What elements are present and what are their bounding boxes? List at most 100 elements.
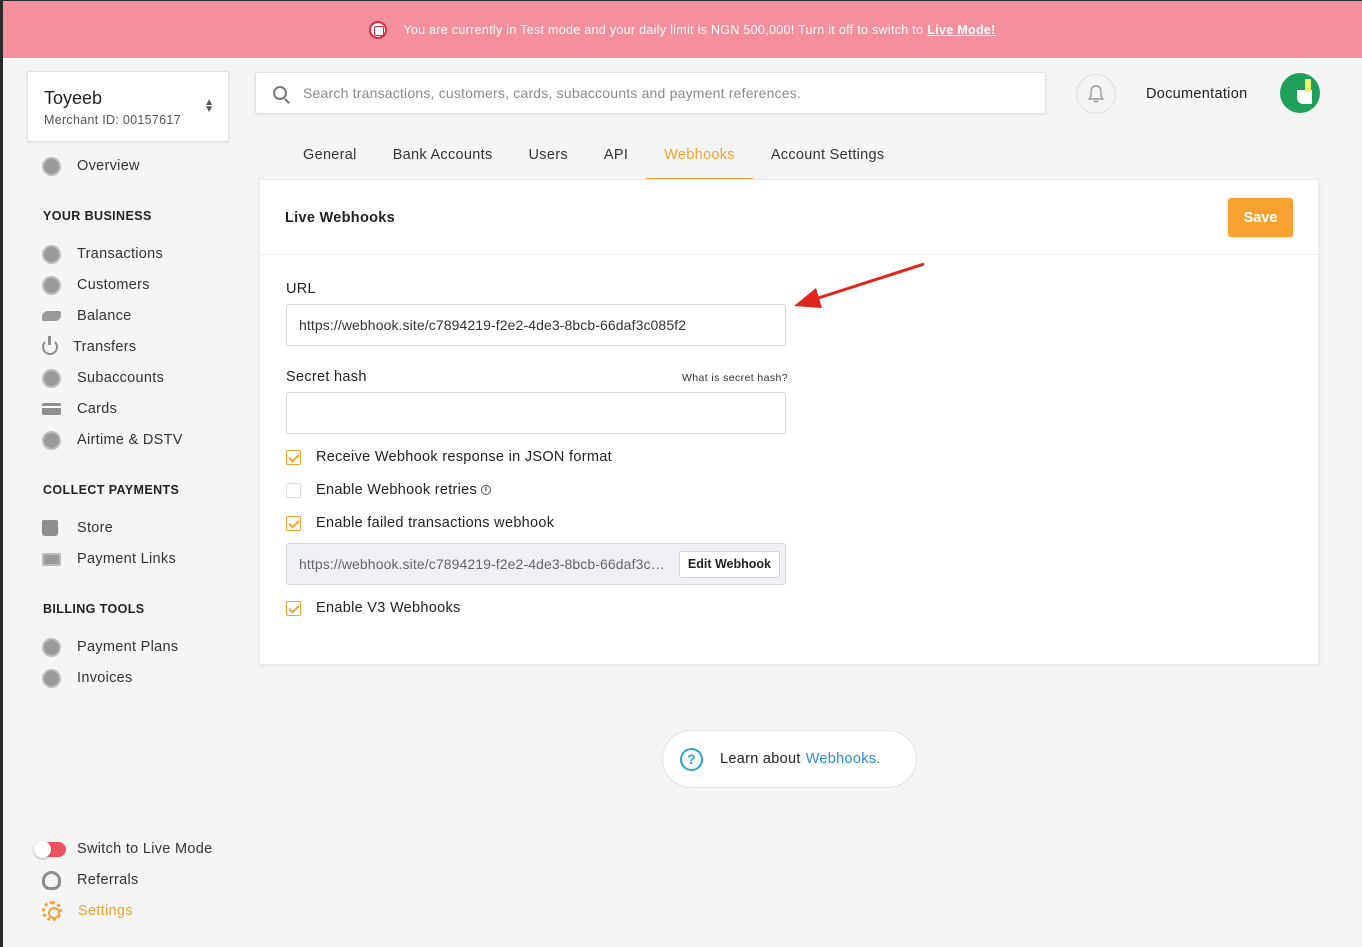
failed-webhook-field: https://webhook.site/c7894219-f2e2-4de3-… (286, 543, 786, 585)
avatar[interactable] (1280, 73, 1320, 113)
sidebar-item-subaccounts[interactable]: Subaccounts (42, 366, 164, 390)
v3-webhooks-checkbox[interactable] (286, 600, 301, 616)
bell-icon (1087, 85, 1105, 103)
failed-transactions-option[interactable]: Enable failed transactions webhook (286, 515, 554, 531)
retries-label: Enable Webhook retries (316, 482, 478, 498)
live-mode-label: Switch to Live Mode (77, 841, 213, 857)
secret-hash-help-link[interactable]: What is secret hash? (678, 372, 788, 384)
sidebar-item-label: Balance (77, 308, 132, 324)
balance-icon (42, 311, 61, 321)
money-icon (42, 552, 61, 566)
panel-title: Live Webhooks (285, 210, 395, 226)
json-format-option[interactable]: Receive Webhook response in JSON format (286, 449, 612, 465)
url-input[interactable] (286, 304, 786, 346)
learn-about-webhooks: ? Learn about Webhooks. (662, 730, 917, 788)
sidebar-item-overview[interactable]: Overview (42, 154, 140, 178)
card-icon (42, 403, 61, 415)
sidebar-item-cards[interactable]: Cards (42, 397, 117, 421)
help-icon: ? (680, 747, 703, 771)
sidebar-item-payment-plans[interactable]: Payment Plans (42, 635, 178, 659)
sidebar-item-label: Settings (78, 903, 133, 919)
sidebar-item-payment-links[interactable]: Payment Links (42, 547, 176, 571)
edit-webhook-button[interactable]: Edit Webhook (678, 550, 780, 578)
sidebar-item-label: Payment Plans (77, 639, 179, 655)
sidebar-item-label: Referrals (77, 872, 139, 888)
gear-icon (42, 901, 62, 921)
sidebar-item-label: Airtime & DSTV (77, 432, 183, 448)
sidebar-item-customers[interactable]: Customers (42, 273, 150, 297)
notifications-button[interactable] (1076, 74, 1116, 114)
save-button[interactable]: Save (1228, 198, 1293, 237)
sidebar-item-label: Payment Links (77, 551, 176, 567)
airtime-icon (42, 430, 61, 450)
subaccounts-icon (42, 368, 61, 388)
merchant-name: Toyeeb (44, 88, 103, 108)
chevron-up-down-icon: ▲ ▼ (204, 97, 214, 115)
payment-plans-icon (42, 637, 61, 657)
sidebar-item-label: Transfers (73, 339, 137, 355)
v3-webhooks-label: Enable V3 Webhooks (316, 600, 461, 616)
json-format-label: Receive Webhook response in JSON format (316, 449, 612, 465)
toggle-switch[interactable] (34, 840, 66, 858)
sidebar-item-airtime-dstv[interactable]: Airtime & DSTV (42, 428, 183, 452)
settings-tabs: General Bank Accounts Users API Webhooks… (285, 136, 902, 180)
sidebar-item-label: Cards (77, 401, 118, 417)
retries-option[interactable]: Enable Webhook retries i (286, 482, 492, 498)
sidebar-item-transactions[interactable]: Transactions (42, 242, 163, 266)
failed-transactions-label: Enable failed transactions webhook (316, 515, 555, 531)
test-mode-icon (369, 20, 388, 39)
tab-users[interactable]: Users (511, 136, 586, 180)
retries-checkbox[interactable] (286, 482, 301, 498)
json-format-checkbox[interactable] (286, 449, 301, 465)
sidebar-item-balance[interactable]: Balance (42, 304, 132, 328)
transfers-icon (42, 336, 58, 355)
sidebar-item-label: Overview (77, 158, 140, 174)
sidebar-item-invoices[interactable]: Invoices (42, 666, 133, 690)
panel-header: Live Webhooks Save (260, 180, 1318, 255)
search-input[interactable] (303, 85, 1003, 101)
url-label: URL (286, 281, 316, 297)
live-mode-toggle[interactable]: Switch to Live Mode (34, 837, 213, 861)
sidebar-item-transfers[interactable]: Transfers (42, 335, 136, 359)
failed-webhook-url: https://webhook.site/c7894219-f2e2-4de3-… (299, 556, 671, 572)
sidebar-item-label: Customers (77, 277, 150, 293)
customers-icon (42, 275, 61, 295)
tab-bank-accounts[interactable]: Bank Accounts (375, 136, 511, 180)
test-mode-banner: You are currently in Test mode and your … (3, 1, 1362, 58)
documentation-link[interactable]: Documentation (1146, 86, 1247, 102)
secret-hash-label: Secret hash (286, 369, 367, 385)
sidebar-item-settings[interactable]: Settings (42, 899, 133, 923)
sidebar-item-store[interactable]: Store (42, 516, 113, 540)
section-title-collect-payments: COLLECT PAYMENTS (43, 483, 180, 497)
sidebar-item-label: Subaccounts (77, 370, 165, 386)
v3-webhooks-option[interactable]: Enable V3 Webhooks (286, 600, 461, 616)
sidebar-item-label: Store (77, 520, 114, 536)
webhooks-panel: Live Webhooks Save URL Secret hash What … (259, 179, 1319, 665)
search-icon (273, 86, 287, 100)
webhooks-docs-link[interactable]: Webhooks. (806, 751, 881, 767)
annotation-arrow-icon (794, 262, 925, 308)
merchant-id: Merchant ID: 00157617 (44, 113, 181, 127)
transactions-icon (42, 244, 61, 264)
dashboard-icon (42, 156, 61, 176)
info-icon[interactable]: i (481, 485, 492, 495)
sidebar-item-label: Transactions (77, 246, 164, 262)
section-title-your-business: YOUR BUSINESS (43, 209, 152, 223)
failed-transactions-checkbox[interactable] (286, 515, 301, 531)
tab-api[interactable]: API (586, 136, 646, 180)
search-bar[interactable] (255, 72, 1046, 114)
invoices-icon (42, 668, 61, 688)
section-title-billing-tools: BILLING TOOLS (43, 602, 145, 616)
tab-account-settings[interactable]: Account Settings (753, 136, 903, 180)
merchant-switcher[interactable]: Toyeeb Merchant ID: 00157617 ▲ ▼ (27, 71, 229, 142)
sidebar-item-label: Invoices (77, 670, 133, 686)
secret-hash-input[interactable] (286, 392, 786, 434)
live-mode-link[interactable]: Live Mode! (927, 23, 995, 37)
shopping-bag-icon (42, 520, 58, 536)
tab-general[interactable]: General (285, 136, 375, 180)
banner-text: You are currently in Test mode and your … (403, 22, 924, 37)
referrals-icon (42, 870, 61, 890)
learn-text: Learn about (720, 751, 801, 767)
tab-webhooks[interactable]: Webhooks (646, 136, 753, 180)
sidebar-item-referrals[interactable]: Referrals (42, 868, 139, 892)
